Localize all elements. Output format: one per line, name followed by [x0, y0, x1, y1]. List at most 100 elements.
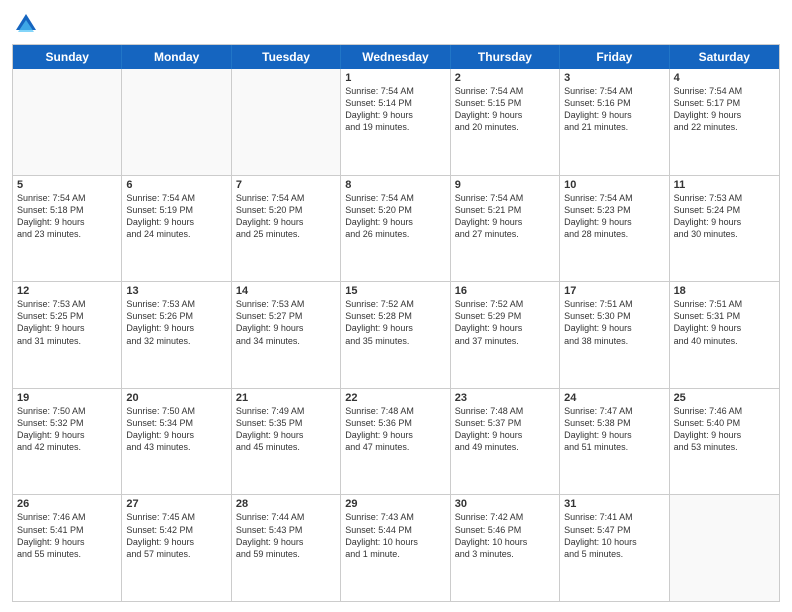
calendar-cell — [670, 495, 779, 601]
cell-info-line: Sunset: 5:42 PM — [126, 524, 226, 536]
cell-info-line: Daylight: 9 hours — [17, 536, 117, 548]
calendar-header-monday: Monday — [122, 45, 231, 69]
day-number: 21 — [236, 392, 336, 404]
cell-info-line: Sunset: 5:37 PM — [455, 417, 555, 429]
day-number: 26 — [17, 498, 117, 510]
day-number: 7 — [236, 179, 336, 191]
day-number: 8 — [345, 179, 445, 191]
cell-info-line: and 1 minute. — [345, 548, 445, 560]
cell-info-line: Daylight: 9 hours — [564, 216, 664, 228]
calendar-week-4: 19Sunrise: 7:50 AMSunset: 5:32 PMDayligh… — [13, 389, 779, 496]
calendar-cell: 1Sunrise: 7:54 AMSunset: 5:14 PMDaylight… — [341, 69, 450, 175]
day-number: 17 — [564, 285, 664, 297]
cell-info-line: Sunset: 5:28 PM — [345, 310, 445, 322]
calendar-cell: 23Sunrise: 7:48 AMSunset: 5:37 PMDayligh… — [451, 389, 560, 495]
cell-info-line: Sunset: 5:46 PM — [455, 524, 555, 536]
cell-info-line: Sunrise: 7:50 AM — [17, 405, 117, 417]
day-number: 5 — [17, 179, 117, 191]
cell-info-line: Daylight: 9 hours — [455, 109, 555, 121]
cell-info-line: Sunrise: 7:54 AM — [564, 192, 664, 204]
calendar-cell: 22Sunrise: 7:48 AMSunset: 5:36 PMDayligh… — [341, 389, 450, 495]
cell-info-line: Daylight: 9 hours — [564, 322, 664, 334]
cell-info-line: and 35 minutes. — [345, 335, 445, 347]
cell-info-line: Sunset: 5:35 PM — [236, 417, 336, 429]
day-number: 25 — [674, 392, 775, 404]
day-number: 27 — [126, 498, 226, 510]
cell-info-line: Sunset: 5:19 PM — [126, 204, 226, 216]
cell-info-line: Sunrise: 7:52 AM — [345, 298, 445, 310]
cell-info-line: and 5 minutes. — [564, 548, 664, 560]
cell-info-line: and 28 minutes. — [564, 228, 664, 240]
calendar-cell — [122, 69, 231, 175]
cell-info-line: and 57 minutes. — [126, 548, 226, 560]
day-number: 31 — [564, 498, 664, 510]
day-number: 14 — [236, 285, 336, 297]
cell-info-line: Daylight: 9 hours — [455, 322, 555, 334]
cell-info-line: and 45 minutes. — [236, 441, 336, 453]
calendar-cell: 27Sunrise: 7:45 AMSunset: 5:42 PMDayligh… — [122, 495, 231, 601]
cell-info-line: Sunrise: 7:41 AM — [564, 511, 664, 523]
cell-info-line: Sunset: 5:34 PM — [126, 417, 226, 429]
calendar-cell: 20Sunrise: 7:50 AMSunset: 5:34 PMDayligh… — [122, 389, 231, 495]
cell-info-line: and 47 minutes. — [345, 441, 445, 453]
cell-info-line: Sunrise: 7:54 AM — [455, 192, 555, 204]
header — [12, 10, 780, 38]
cell-info-line: Daylight: 9 hours — [236, 536, 336, 548]
cell-info-line: Daylight: 9 hours — [455, 429, 555, 441]
calendar-header-friday: Friday — [560, 45, 669, 69]
cell-info-line: Daylight: 9 hours — [345, 109, 445, 121]
cell-info-line: and 19 minutes. — [345, 121, 445, 133]
cell-info-line: Sunrise: 7:51 AM — [674, 298, 775, 310]
calendar-cell: 31Sunrise: 7:41 AMSunset: 5:47 PMDayligh… — [560, 495, 669, 601]
calendar-cell: 10Sunrise: 7:54 AMSunset: 5:23 PMDayligh… — [560, 176, 669, 282]
cell-info-line: Sunset: 5:16 PM — [564, 97, 664, 109]
cell-info-line: Daylight: 9 hours — [236, 216, 336, 228]
cell-info-line: Sunset: 5:41 PM — [17, 524, 117, 536]
calendar-cell: 2Sunrise: 7:54 AMSunset: 5:15 PMDaylight… — [451, 69, 560, 175]
cell-info-line: Daylight: 9 hours — [236, 429, 336, 441]
calendar-cell: 30Sunrise: 7:42 AMSunset: 5:46 PMDayligh… — [451, 495, 560, 601]
cell-info-line: Sunset: 5:17 PM — [674, 97, 775, 109]
cell-info-line: Sunrise: 7:53 AM — [17, 298, 117, 310]
day-number: 10 — [564, 179, 664, 191]
cell-info-line: Daylight: 9 hours — [564, 429, 664, 441]
cell-info-line: Sunset: 5:32 PM — [17, 417, 117, 429]
cell-info-line: and 23 minutes. — [17, 228, 117, 240]
cell-info-line: Sunset: 5:20 PM — [345, 204, 445, 216]
cell-info-line: and 24 minutes. — [126, 228, 226, 240]
calendar-cell: 29Sunrise: 7:43 AMSunset: 5:44 PMDayligh… — [341, 495, 450, 601]
day-number: 9 — [455, 179, 555, 191]
calendar-cell: 25Sunrise: 7:46 AMSunset: 5:40 PMDayligh… — [670, 389, 779, 495]
cell-info-line: Daylight: 9 hours — [17, 216, 117, 228]
cell-info-line: Daylight: 9 hours — [345, 322, 445, 334]
day-number: 29 — [345, 498, 445, 510]
cell-info-line: and 20 minutes. — [455, 121, 555, 133]
cell-info-line: Sunset: 5:23 PM — [564, 204, 664, 216]
cell-info-line: and 51 minutes. — [564, 441, 664, 453]
cell-info-line: and 43 minutes. — [126, 441, 226, 453]
calendar-header-saturday: Saturday — [670, 45, 779, 69]
cell-info-line: Sunrise: 7:47 AM — [564, 405, 664, 417]
cell-info-line: Sunrise: 7:49 AM — [236, 405, 336, 417]
cell-info-line: Sunset: 5:31 PM — [674, 310, 775, 322]
cell-info-line: Sunset: 5:40 PM — [674, 417, 775, 429]
day-number: 15 — [345, 285, 445, 297]
calendar-cell: 13Sunrise: 7:53 AMSunset: 5:26 PMDayligh… — [122, 282, 231, 388]
calendar-cell: 4Sunrise: 7:54 AMSunset: 5:17 PMDaylight… — [670, 69, 779, 175]
cell-info-line: Sunrise: 7:48 AM — [455, 405, 555, 417]
cell-info-line: Sunrise: 7:54 AM — [17, 192, 117, 204]
calendar-header-sunday: Sunday — [13, 45, 122, 69]
cell-info-line: and 40 minutes. — [674, 335, 775, 347]
cell-info-line: and 55 minutes. — [17, 548, 117, 560]
calendar-week-3: 12Sunrise: 7:53 AMSunset: 5:25 PMDayligh… — [13, 282, 779, 389]
cell-info-line: Sunrise: 7:50 AM — [126, 405, 226, 417]
calendar-cell: 28Sunrise: 7:44 AMSunset: 5:43 PMDayligh… — [232, 495, 341, 601]
cell-info-line: Sunset: 5:44 PM — [345, 524, 445, 536]
cell-info-line: Sunrise: 7:54 AM — [455, 85, 555, 97]
cell-info-line: Daylight: 9 hours — [126, 536, 226, 548]
cell-info-line: Daylight: 9 hours — [17, 322, 117, 334]
cell-info-line: Sunrise: 7:54 AM — [126, 192, 226, 204]
cell-info-line: and 31 minutes. — [17, 335, 117, 347]
cell-info-line: Daylight: 9 hours — [674, 216, 775, 228]
cell-info-line: Sunset: 5:21 PM — [455, 204, 555, 216]
